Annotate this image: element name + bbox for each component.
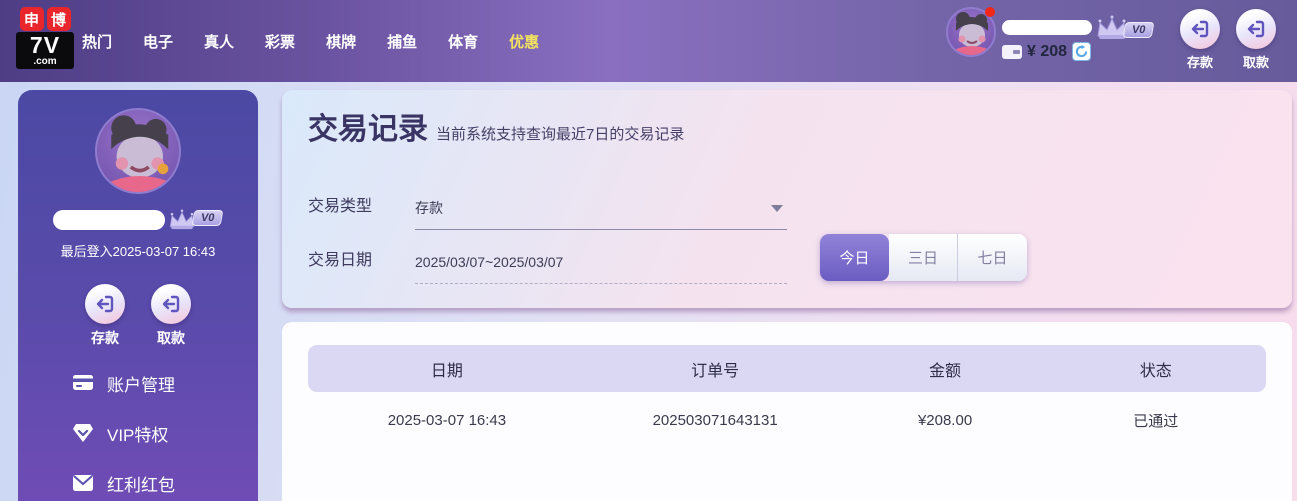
avatar-cartoon: [97, 110, 179, 192]
transaction-date-label: 交易日期: [308, 246, 372, 270]
page-subtitle: 当前系统支持查询最近7日的交易记录: [436, 123, 684, 144]
deposit-icon: [85, 284, 125, 324]
username-redacted: [1002, 20, 1092, 35]
sidebar-withdraw-button[interactable]: 取款: [151, 284, 191, 348]
vip-badge: V0: [192, 210, 224, 226]
nav-item-fishing[interactable]: 捕鱼: [387, 31, 417, 52]
column-header-status: 状态: [1046, 357, 1266, 381]
sidebar-item-label: 红利红包: [107, 471, 175, 496]
range-button-today[interactable]: 今日: [820, 234, 889, 281]
user-info: ¥ 208: [1002, 20, 1092, 61]
vip-badge: V0: [1123, 22, 1155, 38]
site-logo[interactable]: 申 博 7V .com: [16, 7, 74, 69]
sidebar-deposit-button[interactable]: 存款: [85, 284, 125, 348]
withdraw-icon: [1236, 9, 1276, 49]
last-login-text: 最后登入2025-03-07 16:43: [18, 241, 258, 260]
sidebar-menu: 账户管理 VIP特权 红利红包: [18, 358, 258, 501]
date-range-group: 今日 三日 七日: [820, 234, 1027, 281]
cell-status: 已通过: [1046, 410, 1266, 431]
table-header: 日期 订单号 金额 状态: [308, 345, 1266, 392]
transaction-type-value: 存款: [415, 190, 787, 218]
deposit-icon: [1180, 9, 1220, 49]
vip-diamond-icon: [72, 423, 94, 443]
topbar-withdraw-button[interactable]: 取款: [1232, 9, 1280, 71]
card-icon: [72, 374, 94, 392]
logo-badges: 申 博: [16, 7, 74, 31]
transaction-date-value: 2025/03/07~2025/03/07: [415, 244, 787, 272]
nav-item-cards[interactable]: 棋牌: [326, 31, 356, 52]
sidebar-avatar[interactable]: [95, 108, 181, 194]
notification-dot: [985, 7, 995, 17]
page: 申 博 7V .com 热门 电子 真人 彩票 棋牌 捕鱼 体育 优惠: [0, 0, 1297, 501]
transaction-filters-card: 交易记录 当前系统支持查询最近7日的交易记录 交易类型 存款 交易日期 2025…: [282, 90, 1292, 308]
sidebar-item-bonus[interactable]: 红利红包: [18, 458, 258, 501]
sidebar-quick-actions: 存款 取款: [18, 284, 258, 348]
type-field-underline: [415, 229, 787, 230]
column-header-amount: 金额: [844, 357, 1045, 381]
logo-main-text: 7V: [18, 33, 72, 57]
top-navigation-bar: 申 博 7V .com 热门 电子 真人 彩票 棋牌 捕鱼 体育 优惠: [0, 0, 1297, 82]
transaction-type-label: 交易类型: [308, 192, 372, 216]
date-field-underline: [415, 283, 787, 284]
username-redacted: [53, 210, 165, 230]
cell-amount: ¥208.00: [844, 412, 1045, 429]
nav-item-sports[interactable]: 体育: [448, 31, 478, 52]
cell-date: 2025-03-07 16:43: [308, 412, 586, 429]
balance-row: ¥ 208: [1002, 42, 1092, 61]
withdraw-label: 取款: [1232, 52, 1280, 71]
user-avatar[interactable]: [946, 7, 996, 57]
column-header-date: 日期: [308, 357, 586, 381]
logo-badge-bo: 博: [47, 7, 71, 31]
envelope-icon: [72, 474, 94, 492]
transaction-date-input[interactable]: 2025/03/07~2025/03/07: [415, 244, 787, 280]
deposit-label: 存款: [1176, 52, 1224, 71]
logo-badge-shen: 申: [20, 7, 44, 31]
nav-item-live[interactable]: 真人: [204, 31, 234, 52]
transaction-table-card: 日期 订单号 金额 状态 2025-03-07 16:43 2025030716…: [282, 322, 1292, 501]
sidebar-item-label: 账户管理: [107, 371, 175, 396]
range-button-seven-days[interactable]: 七日: [958, 234, 1027, 281]
logo-box: 7V .com: [16, 32, 74, 69]
nav-item-lottery[interactable]: 彩票: [265, 31, 295, 52]
nav-item-slots[interactable]: 电子: [143, 31, 173, 52]
sidebar: V0 最后登入2025-03-07 16:43 存款: [18, 90, 258, 501]
topbar-deposit-button[interactable]: 存款: [1176, 9, 1224, 71]
logo-sub-text: .com: [18, 57, 72, 67]
sidebar-user-row: V0: [18, 208, 258, 231]
page-title: 交易记录: [308, 104, 428, 148]
withdraw-icon: [151, 284, 191, 324]
sidebar-item-account[interactable]: 账户管理: [18, 358, 258, 408]
vip-level[interactable]: V0: [1094, 14, 1153, 41]
nav-item-hot[interactable]: 热门: [82, 31, 112, 52]
transaction-type-select[interactable]: 存款: [415, 190, 787, 226]
deposit-label: 存款: [85, 328, 125, 348]
table-row: 2025-03-07 16:43 202503071643131 ¥208.00…: [308, 392, 1266, 448]
range-button-three-days[interactable]: 三日: [889, 234, 958, 281]
page-title-row: 交易记录 当前系统支持查询最近7日的交易记录: [308, 104, 684, 148]
nav-item-promotions[interactable]: 优惠: [509, 31, 539, 52]
sidebar-item-label: VIP特权: [107, 421, 168, 446]
main-nav: 热门 电子 真人 彩票 棋牌 捕鱼 体育 优惠: [82, 0, 539, 82]
cell-order-number: 202503071643131: [586, 412, 845, 429]
withdraw-label: 取款: [151, 328, 191, 348]
refresh-balance-icon[interactable]: [1072, 42, 1091, 61]
chevron-down-icon: [771, 205, 783, 212]
balance-amount: ¥ 208: [1027, 43, 1067, 61]
wallet-icon: [1002, 45, 1022, 59]
sidebar-item-vip[interactable]: VIP特权: [18, 408, 258, 458]
column-header-order: 订单号: [586, 357, 845, 381]
